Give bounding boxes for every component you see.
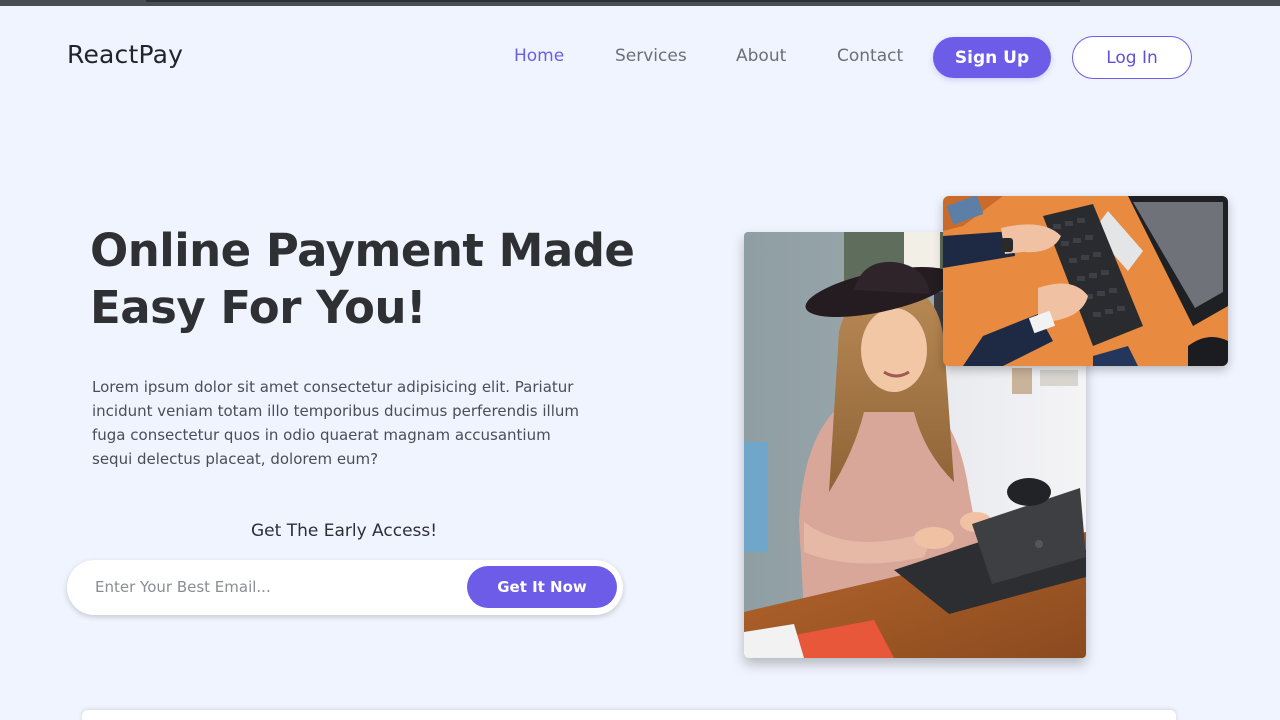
get-it-now-button[interactable]: Get It Now — [467, 566, 617, 608]
hero-description: Lorem ipsum dolor sit amet consectetur a… — [92, 378, 579, 468]
browser-top-bar — [0, 0, 1280, 6]
hero-title: Online Payment Made Easy For You! — [90, 222, 670, 336]
browser-top-bar-inner — [146, 0, 1080, 2]
email-input[interactable] — [95, 570, 455, 604]
nav-item-contact[interactable]: Contact — [837, 46, 903, 66]
log-in-button[interactable]: Log In — [1072, 36, 1192, 79]
hero-title-line-2: Easy For You! — [90, 281, 427, 334]
nav-item-home[interactable]: Home — [514, 46, 564, 66]
early-access-form: Get It Now — [67, 560, 623, 615]
nav-item-about[interactable]: About — [736, 46, 786, 66]
early-access-heading: Get The Early Access! — [251, 521, 438, 541]
bottom-section-card — [82, 710, 1176, 720]
typing-on-keyboard-photo — [943, 196, 1228, 366]
nav-item-services[interactable]: Services — [615, 46, 687, 66]
sign-up-button[interactable]: Sign Up — [933, 37, 1051, 78]
hero-title-line-1: Online Payment Made — [90, 224, 635, 277]
